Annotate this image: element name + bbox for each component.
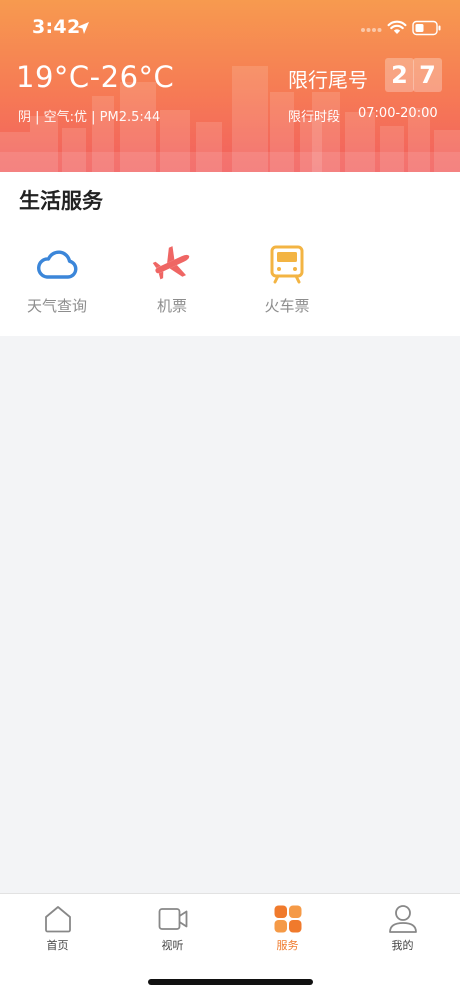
tab-home[interactable]: 首页: [0, 904, 115, 953]
service-label: 天气查询: [26, 297, 87, 315]
wifi-icon: [387, 20, 407, 34]
section-title: 生活服务: [19, 189, 103, 213]
life-services-panel: 生活服务 天气查询 机票 火车票: [0, 172, 460, 336]
home-indicator[interactable]: [148, 979, 313, 985]
service-train-button[interactable]: 火车票: [232, 244, 342, 316]
traffic-limit-title: 限行尾号: [288, 68, 368, 92]
limit-period-label: 限行时段: [288, 110, 341, 125]
limit-digit: 2: [385, 58, 414, 92]
tab-video[interactable]: 视听: [115, 904, 230, 953]
cellular-signal-icon: [361, 28, 382, 32]
tab-label: 服务: [276, 939, 299, 952]
weather-header: 3:42 19°C-26°C 阴 | 空气:优 | PM2.5:44 限行尾号 …: [0, 0, 460, 172]
status-bar: 3:42: [0, 12, 460, 44]
train-icon: [270, 245, 304, 284]
tab-label: 首页: [46, 939, 69, 952]
tab-label: 视听: [161, 939, 184, 952]
video-icon: [158, 908, 187, 930]
cloud-icon: [37, 250, 78, 279]
services-grid-icon: [274, 905, 301, 933]
limit-digit: 7: [413, 58, 442, 92]
service-label: 火车票: [264, 297, 310, 315]
location-arrow-icon: [77, 22, 89, 34]
battery-icon: [412, 20, 441, 36]
tab-label: 我的: [391, 939, 414, 952]
service-flight-button[interactable]: 机票: [117, 244, 227, 316]
user-icon: [388, 905, 417, 933]
service-label: 机票: [156, 297, 187, 315]
limit-period-time: 07:00-20:00: [358, 106, 438, 121]
temperature-range: 19°C-26°C: [16, 60, 175, 94]
tab-profile[interactable]: 我的: [345, 904, 460, 953]
air-quality-text: 阴 | 空气:优 | PM2.5:44: [18, 110, 161, 125]
airplane-icon: [152, 246, 190, 280]
service-weather-button[interactable]: 天气查询: [2, 244, 112, 316]
status-time: 3:42: [32, 16, 81, 38]
tab-services[interactable]: 服务: [230, 904, 345, 953]
home-icon: [44, 906, 71, 933]
